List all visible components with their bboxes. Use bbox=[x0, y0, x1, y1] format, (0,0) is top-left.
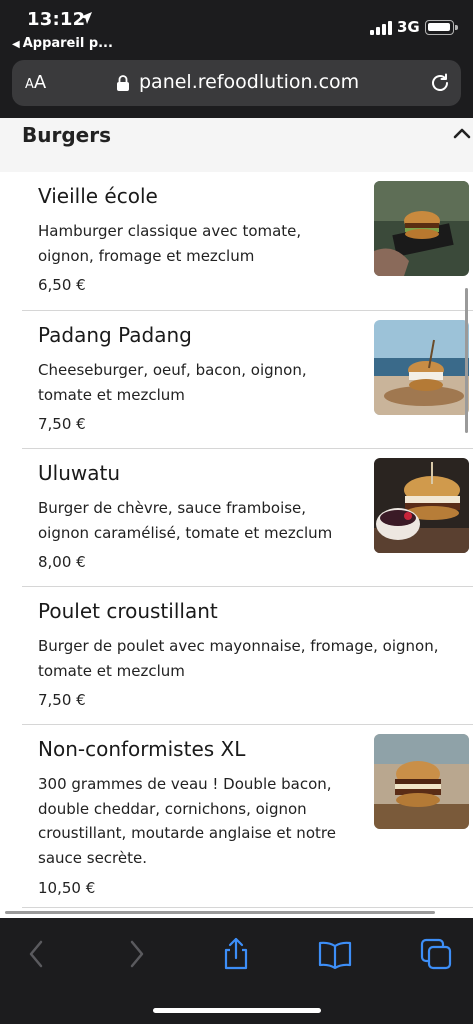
menu-item[interactable]: Vieille école Hamburger classique avec t… bbox=[22, 172, 473, 311]
location-arrow-icon bbox=[80, 12, 92, 24]
url-text[interactable]: panel.refoodlution.com bbox=[139, 71, 359, 93]
home-indicator[interactable] bbox=[153, 1008, 321, 1013]
item-description: Hamburger classique avec tomate, oignon,… bbox=[38, 222, 302, 265]
lock-icon bbox=[117, 75, 129, 91]
item-price: 10,50 € bbox=[38, 879, 96, 897]
share-icon[interactable] bbox=[218, 936, 254, 972]
item-name: Vieille école bbox=[38, 184, 158, 208]
back-app-label: Appareil p... bbox=[22, 36, 113, 51]
bookmarks-icon[interactable] bbox=[317, 936, 353, 972]
menu-item[interactable]: Non-conformistes XL 300 grammes de veau … bbox=[22, 725, 473, 908]
text-size-button[interactable]: AA bbox=[25, 72, 46, 93]
burger-photo[interactable] bbox=[374, 320, 469, 415]
item-name: Uluwatu bbox=[38, 461, 121, 485]
cellular-signal-icon bbox=[370, 21, 392, 35]
back-triangle-icon: ◀ bbox=[12, 39, 20, 50]
horizontal-scrollbar[interactable] bbox=[5, 911, 435, 914]
address-bar[interactable]: AA panel.refoodlution.com bbox=[12, 60, 461, 106]
burger-photo[interactable] bbox=[374, 734, 469, 829]
burger-photo[interactable] bbox=[374, 181, 469, 276]
browser-top-chrome: 13:12 ◀ Appareil p... 3G AA panel.refoodl… bbox=[0, 0, 473, 118]
network-type: 3G bbox=[397, 18, 420, 36]
item-name: Non-conformistes XL bbox=[38, 737, 246, 761]
item-price: 6,50 € bbox=[38, 276, 86, 294]
category-header[interactable]: Burgers bbox=[0, 118, 473, 172]
item-description: Cheeseburger, oeuf, bacon, oignon, tomat… bbox=[38, 361, 307, 404]
item-price: 8,00 € bbox=[38, 553, 86, 571]
item-price: 7,50 € bbox=[38, 691, 86, 709]
item-name: Padang Padang bbox=[38, 323, 192, 347]
menu-item[interactable]: Poulet croustillant Burger de poulet ave… bbox=[22, 587, 473, 725]
chevron-up-icon[interactable] bbox=[452, 126, 472, 140]
item-description: Burger de chèvre, sauce framboise, oigno… bbox=[38, 499, 333, 542]
reload-icon[interactable] bbox=[429, 72, 451, 94]
item-description: 300 grammes de veau ! Double bacon, doub… bbox=[38, 775, 336, 867]
battery-icon bbox=[425, 20, 458, 35]
item-description: Burger de poulet avec mayonnaise, fromag… bbox=[38, 637, 439, 680]
page-content: Burgers Vieille école Hamburger classiqu… bbox=[0, 118, 473, 918]
back-icon[interactable] bbox=[19, 936, 55, 972]
status-time: 13:12 bbox=[27, 9, 86, 30]
back-to-app-link[interactable]: ◀ Appareil p... bbox=[12, 36, 113, 51]
vertical-scrollbar[interactable] bbox=[465, 288, 468, 433]
category-title: Burgers bbox=[22, 123, 111, 147]
menu-item[interactable]: Padang Padang Cheeseburger, oeuf, bacon,… bbox=[22, 311, 473, 449]
status-bar: 13:12 ◀ Appareil p... 3G bbox=[0, 0, 473, 56]
tabs-icon[interactable] bbox=[418, 936, 454, 972]
burger-photo[interactable] bbox=[374, 458, 469, 553]
item-name: Poulet croustillant bbox=[38, 599, 218, 623]
item-price: 7,50 € bbox=[38, 415, 86, 433]
forward-icon[interactable] bbox=[118, 936, 154, 972]
menu-item[interactable]: Uluwatu Burger de chèvre, sauce frambois… bbox=[22, 449, 473, 587]
